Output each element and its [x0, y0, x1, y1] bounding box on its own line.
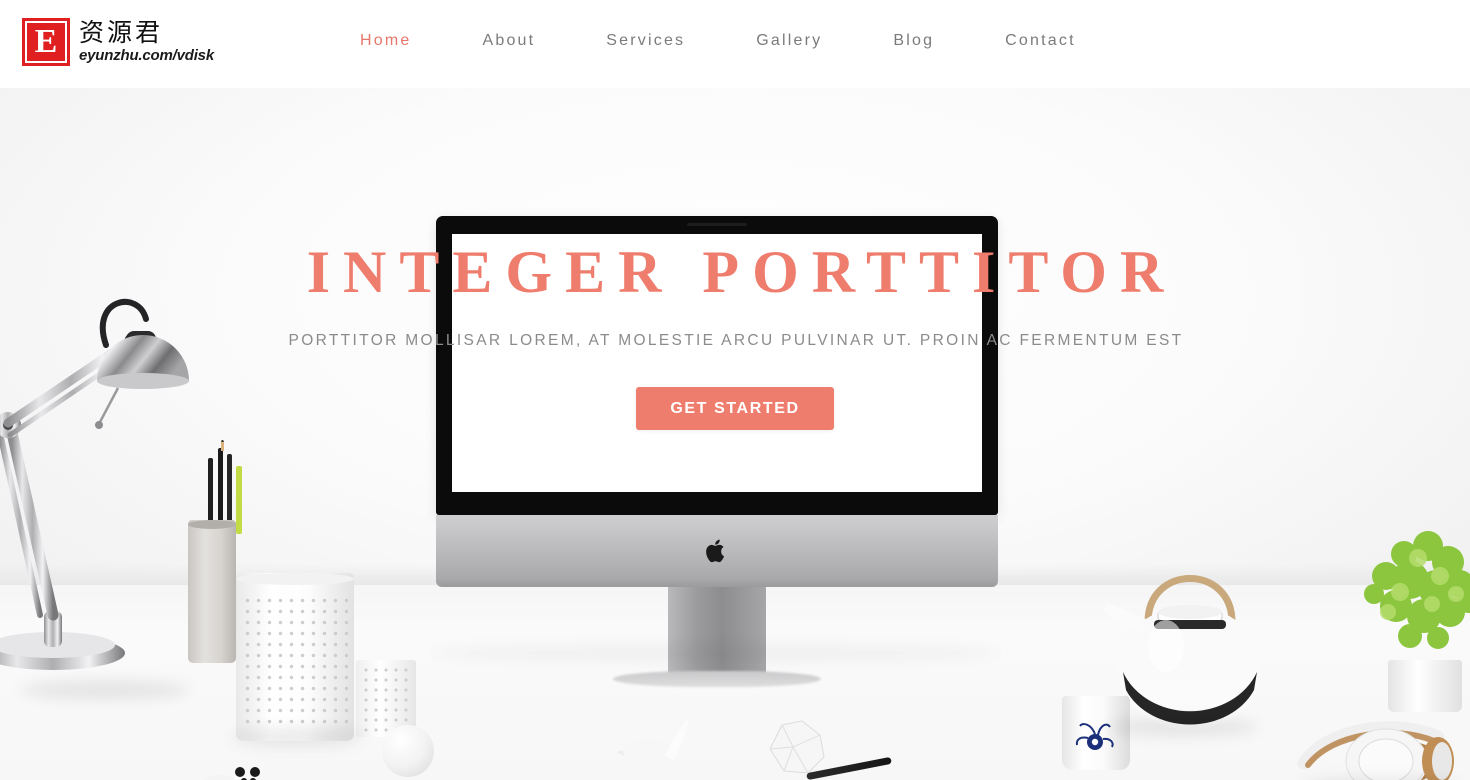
nav-item-contact[interactable]: Contact	[1005, 32, 1076, 50]
site-header: E 资源君 eyunzhu.com/vdisk Home About Servi…	[0, 0, 1470, 88]
get-started-button[interactable]: GET STARTED	[636, 387, 834, 430]
shadow-teapot	[1108, 718, 1258, 736]
nav-item-home[interactable]: Home	[360, 32, 411, 50]
ceramic-bird	[617, 716, 705, 774]
perforated-white-cylinder	[236, 573, 354, 741]
imac-bezel	[436, 216, 998, 515]
main-navigation: Home About Services Gallery Blog Contact	[360, 32, 1076, 50]
shadow-imac	[430, 644, 1000, 662]
imac-stand-neck	[668, 587, 766, 679]
logo-brand-name: 资源君	[79, 18, 164, 47]
nav-item-services[interactable]: Services	[606, 32, 685, 50]
concrete-pencil-cup	[188, 520, 236, 663]
logo-text-block: 资源君 eyunzhu.com/vdisk	[79, 18, 214, 64]
desk-lamp	[0, 293, 208, 698]
white-sphere	[382, 725, 434, 777]
blue-flower-teacup	[1062, 696, 1130, 770]
shadow-cylinder	[232, 728, 362, 746]
nav-item-blog[interactable]: Blog	[893, 32, 934, 50]
logo-mark-letter: E	[25, 21, 67, 63]
imac-screen	[452, 234, 982, 492]
apple-icon	[706, 539, 724, 563]
hero-background-scene	[0, 88, 1470, 780]
imac-camera-icon	[687, 223, 747, 226]
imac-chin	[436, 515, 998, 587]
green-potted-plant	[1340, 528, 1470, 678]
logo-brand-url: eyunzhu.com/vdisk	[79, 47, 214, 64]
imac-stand-foot	[613, 671, 821, 687]
panda-figurine	[190, 764, 266, 780]
shadow-lamp	[20, 680, 190, 700]
nav-item-about[interactable]: About	[482, 32, 535, 50]
nav-item-gallery[interactable]: Gallery	[756, 32, 822, 50]
crumpled-paper-ball	[762, 719, 828, 775]
perforation-pattern-small	[361, 665, 411, 732]
hero-section: INTEGER PORTTITOR PORTTITOR MOLLISAR LOR…	[0, 88, 1470, 780]
perforation-pattern	[242, 595, 348, 731]
site-logo[interactable]: E 资源君 eyunzhu.com/vdisk	[22, 18, 214, 66]
white-headphones	[1288, 703, 1468, 780]
logo-mark-icon: E	[22, 18, 70, 66]
